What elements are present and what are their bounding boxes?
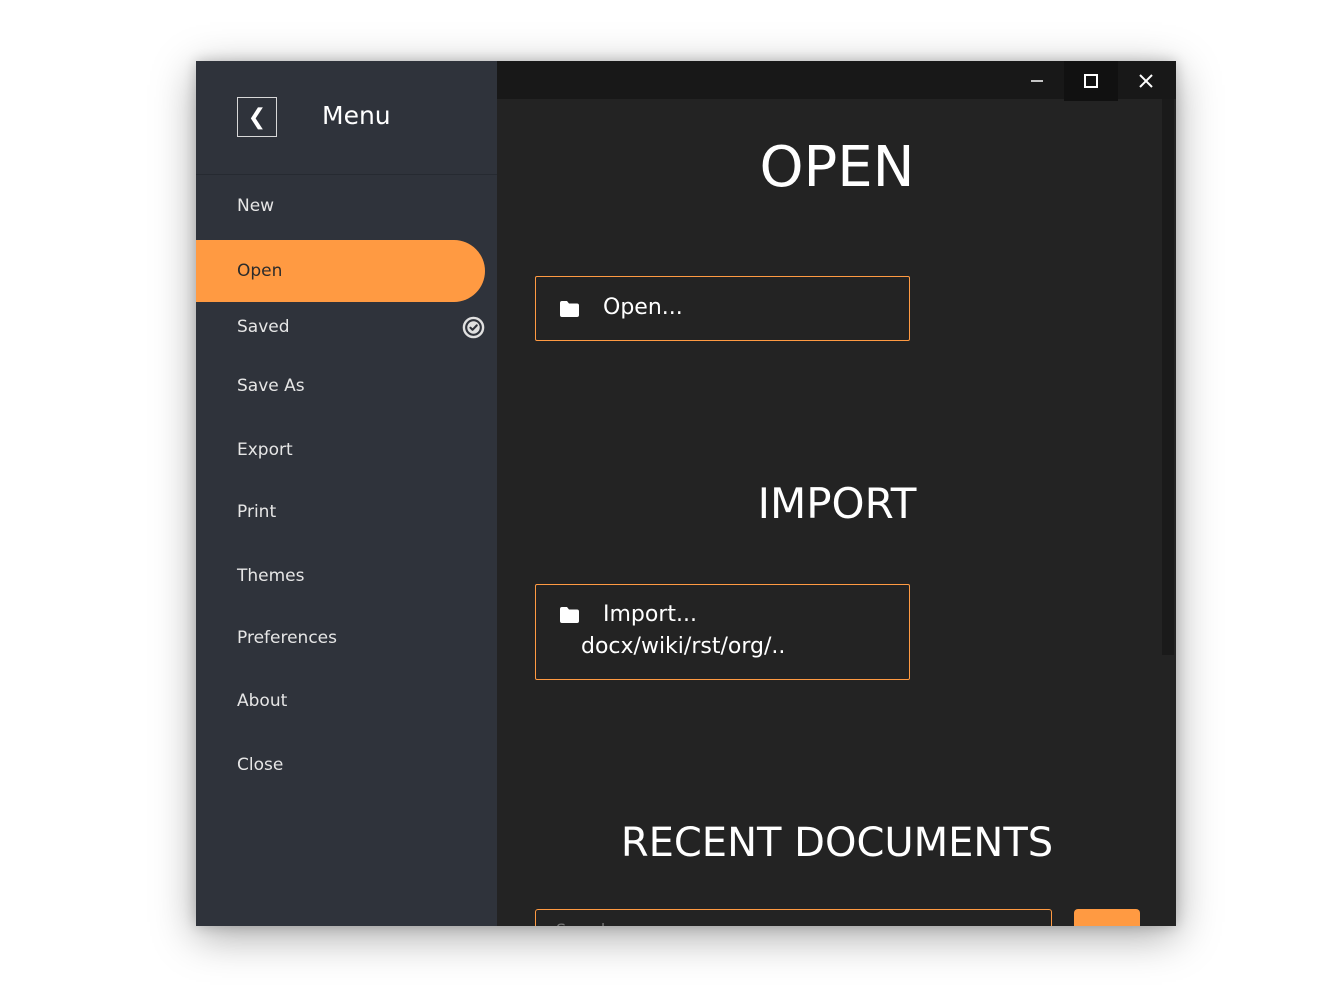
sidebar-item-label: Themes <box>237 566 305 586</box>
sidebar-item-save-as[interactable]: Save As <box>196 355 485 417</box>
check-circle-icon <box>462 316 485 339</box>
open-heading: OPEN <box>759 135 915 200</box>
close-button[interactable] <box>1119 61 1173 101</box>
sidebar-item-saved[interactable]: Saved <box>196 296 485 358</box>
chevron-left-icon: ❮ <box>247 104 267 130</box>
sidebar-item-label: Saved <box>237 317 290 337</box>
minimize-icon <box>1031 80 1043 82</box>
sidebar-item-new[interactable]: New <box>196 175 485 237</box>
sidebar-item-export[interactable]: Export <box>196 419 485 481</box>
open-button-label: Open... <box>603 295 683 320</box>
back-button[interactable]: ❮ <box>237 97 277 137</box>
sidebar-item-close[interactable]: Close <box>196 734 485 796</box>
menu-title: Menu <box>322 101 391 130</box>
minimize-button[interactable] <box>1010 61 1064 101</box>
sidebar-header: ❮ Menu <box>196 61 497 175</box>
sidebar-item-label: Export <box>237 440 293 460</box>
sidebar-item-themes[interactable]: Themes <box>196 545 485 607</box>
import-file-button[interactable]: Import... docx/wiki/rst/org/.. <box>535 584 910 680</box>
sidebar-item-label: Preferences <box>237 628 337 648</box>
sidebar-item-label: Print <box>237 502 277 522</box>
search-input[interactable] <box>535 909 1052 926</box>
title-bar <box>497 61 1176 101</box>
sidebar-menu: ❮ Menu New Open Saved Save As Export Pri… <box>196 61 497 926</box>
search-button[interactable] <box>1074 909 1140 926</box>
import-button-label: Import... <box>603 602 697 627</box>
app-window: ❮ Menu New Open Saved Save As Export Pri… <box>196 61 1176 926</box>
folder-icon <box>560 607 579 623</box>
folder-icon <box>560 301 579 317</box>
import-heading: IMPORT <box>757 479 917 528</box>
open-file-button[interactable]: Open... <box>535 276 910 341</box>
sidebar-item-preferences[interactable]: Preferences <box>196 607 485 669</box>
import-formats-label: docx/wiki/rst/org/.. <box>581 634 786 659</box>
sidebar-item-open[interactable]: Open <box>196 240 485 302</box>
sidebar-item-label: New <box>237 196 275 216</box>
sidebar-item-about[interactable]: About <box>196 670 485 732</box>
sidebar-item-label: Close <box>237 755 284 775</box>
sidebar-item-print[interactable]: Print <box>196 481 485 543</box>
maximize-button[interactable] <box>1064 61 1118 101</box>
recent-documents-heading: RECENT DOCUMENTS <box>620 820 1054 866</box>
sidebar-item-label: About <box>237 691 288 711</box>
sidebar-item-label: Open <box>237 261 283 281</box>
close-icon <box>1139 74 1153 88</box>
maximize-icon <box>1084 74 1098 88</box>
sidebar-item-label: Save As <box>237 376 305 396</box>
